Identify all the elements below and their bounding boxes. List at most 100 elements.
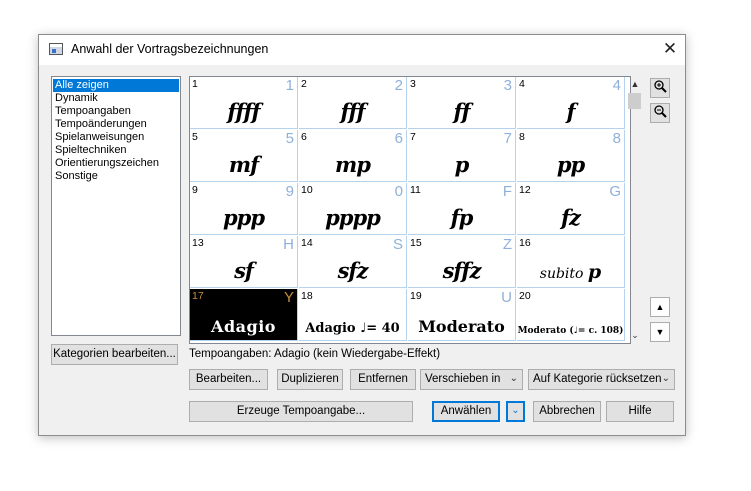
cell-number: 1: [192, 78, 198, 90]
scroll-up-icon[interactable]: ▲: [627, 77, 643, 91]
move-into-label: Verschieben in: [425, 373, 501, 385]
grid-cell-1[interactable]: 1 1 ffff: [190, 77, 298, 129]
cell-number: 20: [519, 290, 531, 302]
grid-cell-13[interactable]: 13 Hsf: [190, 236, 298, 288]
cell-number: 5: [192, 131, 198, 143]
cell-symbol: Moderato: [418, 317, 505, 336]
category-item-other[interactable]: Sonstige: [53, 170, 179, 183]
remove-button[interactable]: Entfernen: [350, 369, 416, 390]
window-title: Anwahl der Vortragsbezeichnungen: [71, 42, 269, 56]
cell-number: 6: [301, 131, 307, 143]
cell-shortcut: G: [609, 183, 621, 200]
grid-cell-8[interactable]: 8 8 pp: [517, 130, 625, 182]
page-up-icon[interactable]: ▲: [650, 297, 670, 317]
subito-dynamic: p: [587, 261, 602, 283]
category-item-all[interactable]: Alle zeigen: [53, 79, 179, 92]
chevron-down-icon: ⌄: [661, 373, 670, 384]
zoom-out-glyph: [654, 105, 667, 118]
grid-scrollbar[interactable]: ▲ ⌄: [627, 76, 643, 344]
zoom-in-glyph: [654, 80, 667, 93]
expression-grid: 1 1 ffff 2 2 fff 3 3 ff 44f 5 5 mf 6 6 mp 77p 8 8 pp…: [189, 76, 631, 344]
cell-shortcut: 1: [285, 77, 294, 94]
cell-number: 11: [410, 184, 421, 196]
cell-symbol: sf: [234, 258, 254, 283]
grid-cell-12[interactable]: 12 Gfz: [517, 183, 625, 235]
cell-symbol: pppp: [325, 205, 381, 230]
chevron-down-icon: ⌄: [509, 373, 518, 384]
page-down-icon[interactable]: ▼: [650, 322, 670, 342]
cell-symbol: Moderato (♩= c. 108): [517, 326, 624, 336]
cell-symbol: subito p: [517, 261, 624, 283]
zoom-out-icon[interactable]: [650, 103, 670, 123]
dialog-window: Anwahl der Vortragsbezeichnungen ✕ Alle …: [38, 34, 686, 436]
cell-symbol: Adagio ♩= 40: [305, 321, 400, 336]
move-into-dropdown[interactable]: Verschieben in ⌄: [420, 369, 523, 390]
cell-number: 15: [410, 237, 422, 249]
reset-category-label: Auf Kategorie rücksetzen: [533, 373, 662, 385]
cell-shortcut: F: [502, 183, 512, 200]
cell-symbol: Adagio: [211, 317, 276, 336]
category-item-navigation[interactable]: Orientierungszeichen: [53, 157, 179, 170]
category-item-techniques[interactable]: Spieltechniken: [53, 144, 179, 157]
scrollbar-thumb[interactable]: [628, 93, 641, 109]
help-button[interactable]: Hilfe: [606, 401, 674, 422]
cancel-button[interactable]: Abbrechen: [533, 401, 601, 422]
grid-cell-9[interactable]: 9 9 ppp: [190, 183, 298, 235]
cell-symbol: fff: [340, 99, 365, 124]
cell-number: 13: [192, 237, 204, 249]
cell-number: 4: [519, 78, 525, 90]
cell-number: 18: [301, 290, 313, 302]
cell-number: 2: [301, 78, 307, 90]
cell-shortcut: 6: [394, 130, 403, 147]
grid-cell-14[interactable]: 14 Ssfz: [299, 236, 407, 288]
close-icon[interactable]: ✕: [655, 35, 685, 65]
grid-cell-5[interactable]: 5 5 mf: [190, 130, 298, 182]
cell-symbol: ff: [453, 99, 470, 124]
cell-shortcut: Y: [283, 289, 294, 306]
edit-button[interactable]: Bearbeiten...: [189, 369, 268, 390]
category-list[interactable]: Alle zeigen Dynamik Tempoangaben Tempoän…: [51, 76, 181, 336]
grid-cell-18[interactable]: 18 Adagio ♩= 40: [299, 289, 407, 341]
cell-symbol: fz: [561, 205, 581, 230]
cell-symbol: mp: [335, 152, 371, 177]
subito-text: subito: [539, 266, 584, 282]
cell-number: 12: [519, 184, 531, 196]
cell-number: 3: [410, 78, 416, 90]
zoom-in-icon[interactable]: [650, 78, 670, 98]
cell-shortcut: 5: [285, 130, 294, 147]
cell-shortcut: S: [392, 236, 403, 253]
grid-cell-11[interactable]: 11 Ffp: [408, 183, 516, 235]
category-item-tempo-changes[interactable]: Tempoänderungen: [53, 118, 179, 131]
scroll-down-icon[interactable]: ⌄: [627, 328, 643, 342]
duplicate-button[interactable]: Duplizieren: [277, 369, 343, 390]
cell-symbol: sffz: [442, 258, 482, 283]
grid-cell-7[interactable]: 7 7 p: [408, 130, 516, 182]
reset-category-dropdown[interactable]: Auf Kategorie rücksetzen ⌄: [528, 369, 675, 390]
cell-shortcut: H: [283, 236, 294, 253]
app-icon: [49, 43, 63, 55]
grid-cell-4[interactable]: 4 4 f: [517, 77, 625, 129]
grid-cell-17[interactable]: 17 Y Adagio: [190, 289, 298, 341]
create-tempo-button[interactable]: Erzeuge Tempoangabe...: [189, 401, 413, 422]
cell-symbol: pp: [556, 152, 585, 177]
grid-cell-2[interactable]: 2 2 fff: [299, 77, 407, 129]
category-item-tempo[interactable]: Tempoangaben: [53, 105, 179, 118]
grid-cell-20[interactable]: 20 Moderato (♩= c. 108): [517, 289, 625, 341]
select-button[interactable]: Anwählen: [432, 401, 500, 422]
cell-shortcut: 3: [503, 77, 512, 94]
grid-cell-19[interactable]: 19 U Moderato: [408, 289, 516, 341]
select-dropdown-icon[interactable]: ⌄: [506, 401, 525, 422]
cell-shortcut: U: [501, 289, 512, 306]
cell-number: 8: [519, 131, 525, 143]
grid-cell-6[interactable]: 6 6 mp: [299, 130, 407, 182]
grid-cell-16[interactable]: 16 subito p: [517, 236, 625, 288]
cell-number: 9: [192, 184, 198, 196]
grid-cell-15[interactable]: 15 Zsffz: [408, 236, 516, 288]
grid-cell-10[interactable]: 10 0 pppp: [299, 183, 407, 235]
cell-symbol: ffff: [227, 99, 260, 124]
edit-categories-button[interactable]: Kategorien bearbeiten...: [51, 344, 178, 365]
grid-cell-3[interactable]: 3 3 ff: [408, 77, 516, 129]
category-item-instructions[interactable]: Spielanweisungen: [53, 131, 179, 144]
category-item-dynamics[interactable]: Dynamik: [53, 92, 179, 105]
cell-shortcut: 4: [612, 77, 621, 94]
